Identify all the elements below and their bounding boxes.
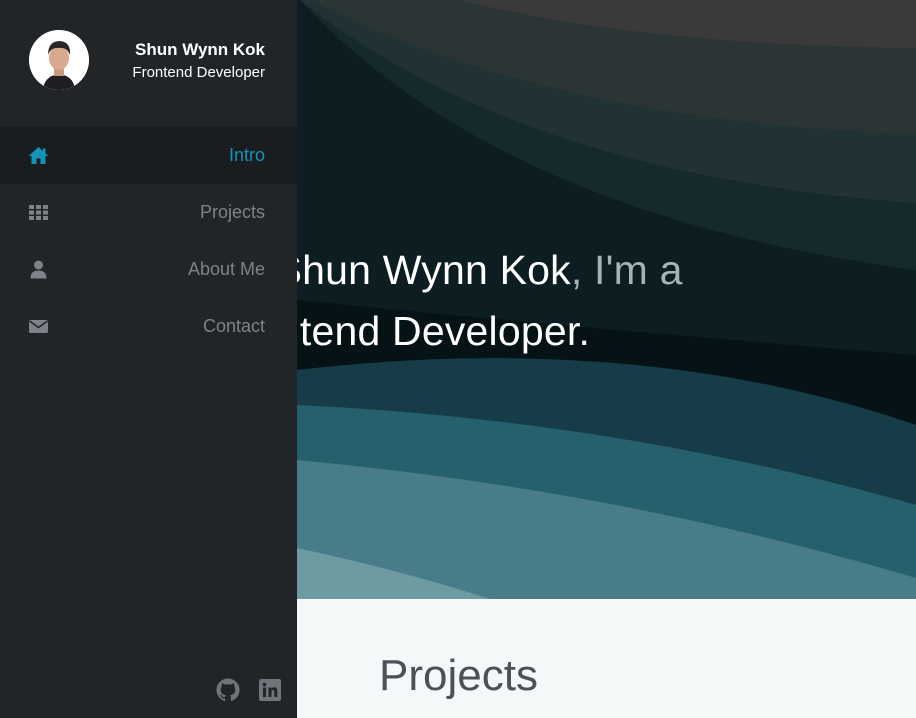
hero-im-a-text: , I'm a [570,247,683,293]
projects-heading: Projects [379,651,538,700]
projects-section: Projects [297,599,916,718]
github-icon[interactable] [216,678,240,702]
envelope-icon [28,317,49,336]
linkedin-icon[interactable] [258,678,282,702]
sidebar: Shun Wynn Kok Frontend Developer Intro P… [0,0,297,718]
sidebar-nav: Intro Projects About Me Contact [0,127,297,355]
nav-item-contact[interactable]: Contact [0,298,297,355]
nav-item-label: Projects [199,202,265,222]
profile-header: Shun Wynn Kok Frontend Developer [0,0,297,127]
nav-item-about-me[interactable]: About Me [0,241,297,298]
avatar [29,30,89,90]
nav-item-label: Intro [228,145,265,165]
profile-name: Shun Wynn Kok [134,40,265,59]
user-icon [28,260,49,279]
grid-icon [28,203,49,222]
nav-item-label: About Me [187,259,265,279]
nav-item-label: Contact [202,316,265,336]
nav-item-intro[interactable]: Intro [0,127,297,184]
home-icon [28,146,49,165]
nav-item-projects[interactable]: Projects [0,184,297,241]
hero-line-2: rontend Developer. [240,308,591,354]
profile-role: Frontend Developer [132,64,265,81]
hero-heading: n Shun Wynn Kok, I'm a rontend Developer… [240,240,860,362]
hero-line-1: n Shun Wynn Kok, I'm a [240,240,860,301]
